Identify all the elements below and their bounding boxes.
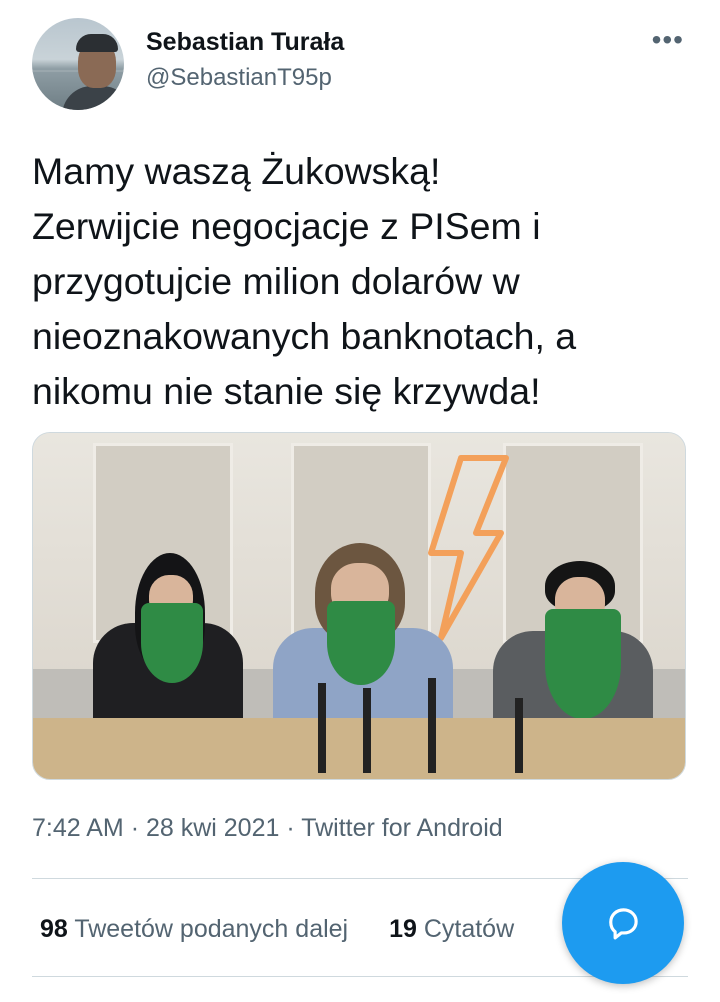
tweet-source[interactable]: Twitter for Android: [301, 814, 502, 842]
photo-microphone: [318, 683, 326, 773]
meta-separator: ·: [130, 814, 140, 842]
divider: [32, 976, 688, 977]
avatar-cap: [76, 34, 118, 52]
avatar[interactable]: [32, 18, 124, 110]
quotes-label: Cytatów: [423, 915, 515, 943]
more-dots-icon[interactable]: •••: [652, 26, 684, 54]
quotes-stat[interactable]: 19 Cytatów: [389, 915, 514, 944]
meta-separator: ·: [286, 814, 295, 842]
photo-microphone: [428, 678, 436, 773]
tweet-time[interactable]: 7:42 AM: [32, 814, 124, 842]
compose-reply-icon: [609, 908, 638, 940]
tweet-stats: 98 Tweetów podanych dalej 19 Cytatów: [40, 915, 548, 944]
retweets-stat[interactable]: 98 Tweetów podanych dalej: [40, 915, 348, 944]
author-name[interactable]: Sebastian Turała: [146, 28, 344, 57]
photo-microphone: [363, 688, 371, 773]
tweet-photo[interactable]: [32, 432, 686, 780]
tweet-header: Sebastian Turała @SebastianT95p •••: [0, 0, 720, 120]
tweet-date[interactable]: 28 kwi 2021: [146, 814, 279, 842]
photo-table: [33, 718, 685, 779]
lightning-bolt-neon: [428, 455, 509, 641]
photo-microphone: [515, 698, 523, 773]
retweets-label: Tweetów podanych dalej: [74, 915, 349, 943]
quotes-count: 19: [389, 915, 417, 943]
author-handle[interactable]: @SebastianT95p: [146, 64, 332, 92]
compose-button[interactable]: [562, 862, 684, 984]
avatar-body: [62, 86, 124, 110]
tweet-meta: 7:42 AM · 28 kwi 2021 · Twitter for Andr…: [32, 814, 503, 843]
retweets-count: 98: [40, 915, 68, 943]
tweet-text: Mamy waszą Żukowską! Zerwijcie negocjacj…: [32, 150, 577, 412]
